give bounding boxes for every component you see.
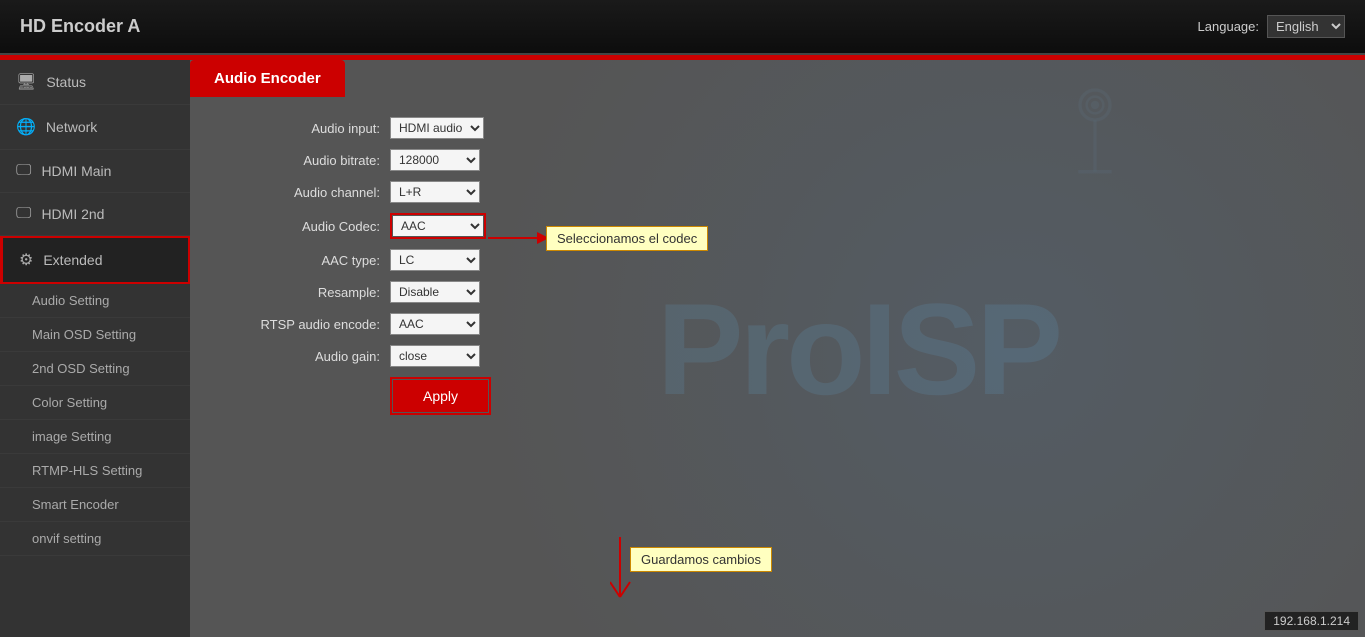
- sidebar-item-image-setting[interactable]: image Setting: [0, 420, 190, 454]
- label-audio-codec: Audio Codec:: [230, 219, 390, 234]
- form-area: Audio input: HDMI audio Analog Audio bit…: [190, 97, 1365, 445]
- sidebar-label-rtmp-hls: RTMP-HLS Setting: [32, 463, 142, 478]
- apply-annotation: Guardamos cambios: [630, 547, 772, 572]
- monitor-icon: 🖥: [16, 72, 36, 92]
- sidebar-item-main-osd[interactable]: Main OSD Setting: [0, 318, 190, 352]
- form-row-apply: Apply: [230, 377, 1325, 415]
- sidebar-label-extended: Extended: [43, 252, 102, 268]
- language-dropdown[interactable]: English Chinese: [1267, 15, 1345, 38]
- sidebar-item-color-setting[interactable]: Color Setting: [0, 386, 190, 420]
- sidebar-item-extended[interactable]: ⚙ Extended: [0, 236, 190, 284]
- header: HD Encoder A Language: English Chinese: [0, 0, 1365, 55]
- form-row-resample: Resample: Disable Enable: [230, 281, 1325, 303]
- label-resample: Resample:: [230, 285, 390, 300]
- tab-bar: Audio Encoder: [190, 60, 1365, 97]
- form-row-audio-codec: Audio Codec: AAC MP3: [230, 213, 1325, 239]
- sidebar-label-image-setting: image Setting: [32, 429, 112, 444]
- sidebar-item-status[interactable]: 🖥 Status: [0, 60, 190, 105]
- label-aac-type: AAC type:: [230, 253, 390, 268]
- sidebar-item-hdmi-main[interactable]: 🖵 HDMI Main: [0, 150, 190, 193]
- codec-highlight-box: AAC MP3: [390, 213, 486, 239]
- label-audio-gain: Audio gain:: [230, 349, 390, 364]
- sidebar-item-hdmi-2nd[interactable]: 🖵 HDMI 2nd: [0, 193, 190, 236]
- codec-annotation: Seleccionamos el codec: [546, 226, 708, 251]
- apply-button[interactable]: Apply: [393, 380, 488, 412]
- select-audio-bitrate[interactable]: 128000 64000 32000: [390, 149, 480, 171]
- layout: 🖥 Status 🌐 Network 🖵 HDMI Main 🖵 HDMI 2n…: [0, 60, 1365, 637]
- ip-badge: 192.168.1.214: [1264, 611, 1359, 631]
- language-label: Language:: [1198, 19, 1259, 34]
- sidebar: 🖥 Status 🌐 Network 🖵 HDMI Main 🖵 HDMI 2n…: [0, 60, 190, 637]
- form-row-audio-bitrate: Audio bitrate: 128000 64000 32000: [230, 149, 1325, 171]
- form-row-audio-input: Audio input: HDMI audio Analog: [230, 117, 1325, 139]
- sidebar-item-onvif[interactable]: onvif setting: [0, 522, 190, 556]
- sidebar-label-hdmi-2nd: HDMI 2nd: [41, 206, 104, 222]
- select-audio-gain[interactable]: close low medium high: [390, 345, 480, 367]
- sidebar-label-2nd-osd: 2nd OSD Setting: [32, 361, 130, 376]
- label-audio-input: Audio input:: [230, 121, 390, 136]
- sidebar-label-onvif: onvif setting: [32, 531, 101, 546]
- display-icon-2nd: 🖵: [16, 205, 31, 223]
- tab-audio-encoder[interactable]: Audio Encoder: [190, 60, 345, 97]
- select-rtsp-audio[interactable]: AAC MP3: [390, 313, 480, 335]
- globe-icon: 🌐: [16, 117, 36, 137]
- select-audio-channel[interactable]: L+R Left Right: [390, 181, 480, 203]
- label-audio-channel: Audio channel:: [230, 185, 390, 200]
- sidebar-label-main-osd: Main OSD Setting: [32, 327, 136, 342]
- form-row-audio-gain: Audio gain: close low medium high: [230, 345, 1325, 367]
- main-content: ProISP Audio Encoder Audio input: HDMI a…: [190, 60, 1365, 637]
- apply-btn-wrapper: Apply: [390, 377, 491, 415]
- sidebar-label-audio-setting: Audio Setting: [32, 293, 109, 308]
- sidebar-label-hdmi-main: HDMI Main: [41, 163, 111, 179]
- sidebar-label-smart-encoder: Smart Encoder: [32, 497, 119, 512]
- select-aac-type[interactable]: LC HE: [390, 249, 480, 271]
- sidebar-label-network: Network: [46, 119, 97, 135]
- select-audio-codec[interactable]: AAC MP3: [393, 216, 483, 236]
- language-selector[interactable]: Language: English Chinese: [1198, 15, 1345, 38]
- form-row-rtsp-audio: RTSP audio encode: AAC MP3: [230, 313, 1325, 335]
- sidebar-label-color-setting: Color Setting: [32, 395, 107, 410]
- sidebar-item-network[interactable]: 🌐 Network: [0, 105, 190, 150]
- label-audio-bitrate: Audio bitrate:: [230, 153, 390, 168]
- tab-label: Audio Encoder: [214, 70, 321, 87]
- select-audio-input[interactable]: HDMI audio Analog: [390, 117, 484, 139]
- label-rtsp-audio: RTSP audio encode:: [230, 317, 390, 332]
- form-row-audio-channel: Audio channel: L+R Left Right: [230, 181, 1325, 203]
- app-title: HD Encoder A: [20, 16, 140, 37]
- sidebar-label-status: Status: [46, 74, 86, 90]
- select-resample[interactable]: Disable Enable: [390, 281, 480, 303]
- sidebar-item-audio-setting[interactable]: Audio Setting: [0, 284, 190, 318]
- codec-arrow: [488, 228, 548, 248]
- display-icon-main: 🖵: [16, 162, 31, 180]
- sidebar-item-smart-encoder[interactable]: Smart Encoder: [0, 488, 190, 522]
- sidebar-item-rtmp-hls[interactable]: RTMP-HLS Setting: [0, 454, 190, 488]
- sidebar-item-2nd-osd[interactable]: 2nd OSD Setting: [0, 352, 190, 386]
- form-row-aac-type: AAC type: LC HE: [230, 249, 1325, 271]
- gear-icon: ⚙: [19, 250, 33, 270]
